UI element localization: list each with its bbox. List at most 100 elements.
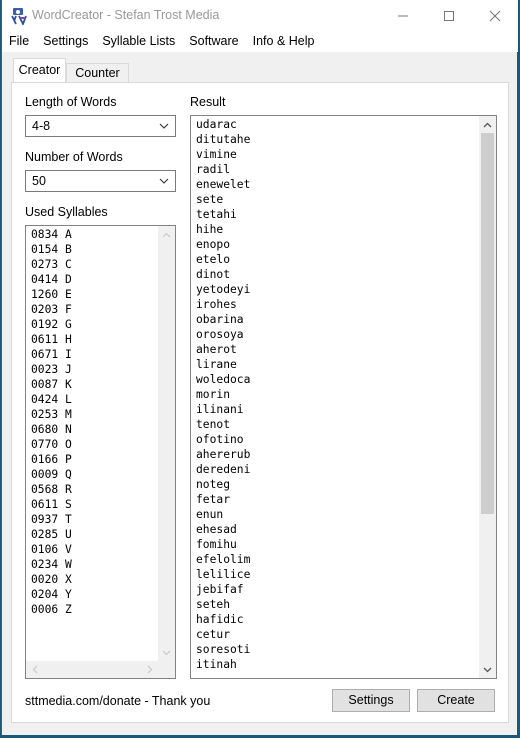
result-word: seteh bbox=[196, 598, 231, 611]
result-word: sete bbox=[196, 193, 224, 206]
scroll-left-button[interactable] bbox=[26, 661, 43, 678]
syllables-horizontal-scrollbar[interactable] bbox=[26, 661, 158, 678]
syllable-lines: 0834 A 0154 B 0273 C 0414 D 1260 E 0203 F 0192… bbox=[31, 227, 72, 617]
result-word: ditutahe bbox=[196, 133, 251, 146]
syllable-row: 0166 P bbox=[31, 453, 72, 466]
syllable-row: 0568 R bbox=[31, 483, 72, 496]
syllable-row: 0937 T bbox=[31, 513, 72, 526]
result-textarea[interactable]: udarac ditutahe vimine radil enewelet sete tet… bbox=[190, 115, 497, 679]
menu-bar: File Settings Syllable Lists Software In… bbox=[2, 31, 518, 52]
tab-counter[interactable]: Counter bbox=[66, 63, 129, 83]
syllable-row: 0087 K bbox=[31, 378, 72, 391]
create-button[interactable]: Create bbox=[417, 689, 495, 712]
result-word: noteg bbox=[196, 478, 231, 491]
syllables-vertical-scrollbar[interactable] bbox=[158, 226, 175, 661]
number-of-words-value: 50 bbox=[32, 174, 46, 188]
syllable-row: 0414 D bbox=[31, 273, 72, 286]
result-word: etelo bbox=[196, 253, 231, 266]
result-word: irohes bbox=[196, 298, 237, 311]
scroll-right-button[interactable] bbox=[141, 661, 158, 678]
syllable-row: 0020 X bbox=[31, 573, 72, 586]
menu-software[interactable]: Software bbox=[182, 31, 245, 52]
menu-settings[interactable]: Settings bbox=[36, 31, 95, 52]
minimize-button[interactable] bbox=[380, 0, 426, 31]
number-of-words-label: Number of Words bbox=[25, 150, 123, 164]
syllable-row: 0770 O bbox=[31, 438, 72, 451]
syllable-row: 0834 A bbox=[31, 228, 72, 241]
result-word: ilinani bbox=[196, 403, 244, 416]
scroll-corner bbox=[158, 661, 175, 678]
title-bar: WordCreator - Stefan Trost Media bbox=[2, 0, 518, 31]
used-syllables-label: Used Syllables bbox=[25, 205, 108, 219]
syllable-row: 0273 C bbox=[31, 258, 72, 271]
result-word: yetodeyi bbox=[196, 283, 251, 296]
settings-button[interactable]: Settings bbox=[332, 689, 410, 712]
syllable-row: 0009 Q bbox=[31, 468, 72, 481]
result-word: ahererub bbox=[196, 448, 251, 461]
chevron-up-icon bbox=[483, 122, 492, 127]
result-word: aherot bbox=[196, 343, 237, 356]
syllable-row: 0611 H bbox=[31, 333, 72, 346]
syllable-row: 1260 E bbox=[31, 288, 72, 301]
chevron-down-icon bbox=[483, 667, 492, 672]
result-word: cetur bbox=[196, 628, 231, 641]
scroll-up-button[interactable] bbox=[158, 226, 175, 243]
menu-file[interactable]: File bbox=[2, 31, 36, 52]
tab-creator[interactable]: Creator bbox=[13, 58, 66, 82]
result-word: ehesad bbox=[196, 523, 237, 536]
scroll-down-button[interactable] bbox=[158, 644, 175, 661]
window-title: WordCreator - Stefan Trost Media bbox=[32, 8, 220, 22]
chevron-up-icon bbox=[162, 232, 171, 237]
syllable-row: 0203 F bbox=[31, 303, 72, 316]
syllable-row: 0154 B bbox=[31, 243, 72, 256]
menu-info-help[interactable]: Info & Help bbox=[246, 31, 322, 52]
close-button[interactable] bbox=[472, 0, 518, 31]
syllable-row: 0192 G bbox=[31, 318, 72, 331]
maximize-button[interactable] bbox=[426, 0, 472, 31]
result-word: woledoca bbox=[196, 373, 251, 386]
app-window: WordCreator - Stefan Trost Media File Se… bbox=[1, 0, 518, 735]
menu-syllable-lists[interactable]: Syllable Lists bbox=[95, 31, 182, 52]
result-word: enopo bbox=[196, 238, 231, 251]
scroll-up-button[interactable] bbox=[479, 116, 496, 133]
minimize-icon bbox=[398, 15, 408, 16]
result-word: ofotino bbox=[196, 433, 244, 446]
chevron-right-icon bbox=[147, 665, 152, 674]
chevron-left-icon bbox=[32, 665, 37, 674]
result-word: tetahi bbox=[196, 208, 237, 221]
result-word: obarina bbox=[196, 313, 244, 326]
syllable-row: 0006 Z bbox=[31, 603, 72, 616]
creator-panel: Length of Words 4-8 Number of Words 50 U… bbox=[11, 82, 509, 723]
length-of-words-select[interactable]: 4-8 bbox=[25, 115, 176, 137]
syllable-row: 0023 J bbox=[31, 363, 72, 376]
syllable-row: 0671 I bbox=[31, 348, 72, 361]
result-word: morin bbox=[196, 388, 231, 401]
number-of-words-select[interactable]: 50 bbox=[25, 170, 176, 192]
result-label: Result bbox=[190, 95, 226, 109]
length-of-words-label: Length of Words bbox=[25, 95, 117, 109]
result-word: hafidic bbox=[196, 613, 244, 626]
result-word: lirane bbox=[196, 358, 237, 371]
close-icon bbox=[489, 10, 501, 21]
result-word: hihe bbox=[196, 223, 224, 236]
result-word: lelilice bbox=[196, 568, 251, 581]
syllable-row: 0285 U bbox=[31, 528, 72, 541]
result-lines: udarac ditutahe vimine radil enewelet sete tet… bbox=[196, 117, 250, 672]
result-word: orosoya bbox=[196, 328, 244, 341]
syllable-row: 0611 S bbox=[31, 498, 72, 511]
result-word: enun bbox=[196, 508, 224, 521]
donate-text[interactable]: sttmedia.com/donate - Thank you bbox=[25, 694, 210, 708]
result-word: deredeni bbox=[196, 463, 251, 476]
result-word: udarac bbox=[196, 118, 237, 131]
result-word: soresoti bbox=[196, 643, 251, 656]
result-word: dinot bbox=[196, 268, 231, 281]
result-word: enewelet bbox=[196, 178, 251, 191]
syllable-row: 0204 Y bbox=[31, 588, 72, 601]
scroll-down-button[interactable] bbox=[479, 661, 496, 678]
result-scroll-thumb[interactable] bbox=[481, 133, 494, 514]
result-word: itinah bbox=[196, 658, 237, 671]
used-syllables-list[interactable]: 0834 A 0154 B 0273 C 0414 D 1260 E 0203 F 0192… bbox=[25, 225, 176, 679]
syllable-row: 0680 N bbox=[31, 423, 72, 436]
wordcreator-app-icon bbox=[10, 7, 28, 27]
result-vertical-scrollbar[interactable] bbox=[479, 116, 496, 678]
